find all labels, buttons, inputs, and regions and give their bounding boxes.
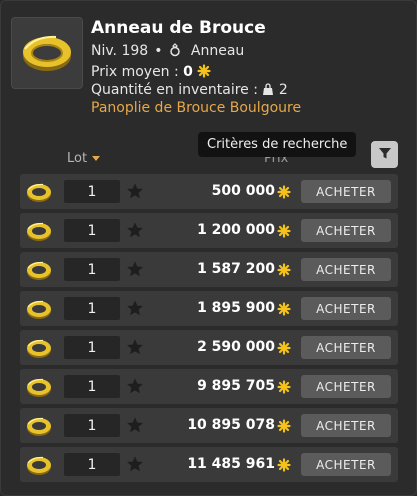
buy-button[interactable]: ACHETER [301, 219, 391, 242]
gold-ring-icon [25, 412, 53, 439]
kama-icon [277, 223, 291, 242]
star-icon[interactable] [125, 415, 145, 435]
filter-button[interactable] [371, 141, 398, 168]
quantity-field: 1 [64, 297, 120, 320]
column-lot-label: Lot [67, 151, 88, 166]
listing-row: 1 2 590 000 ACHETER [20, 330, 398, 365]
buy-button[interactable]: ACHETER [301, 375, 391, 398]
buy-button[interactable]: ACHETER [301, 336, 391, 359]
star-icon[interactable] [125, 298, 145, 318]
buy-button[interactable]: ACHETER [301, 453, 391, 476]
inventory-label: Quantité en inventaire : [91, 82, 258, 98]
gold-ring-icon [25, 373, 53, 400]
kama-icon [277, 457, 291, 476]
kama-icon [277, 262, 291, 281]
listing-price: 11 485 961 [187, 456, 275, 472]
listing-price: 1 895 900 [197, 300, 275, 316]
item-header: Anneau de Brouce Niv. 198 • Anneau Prix m… [1, 1, 416, 131]
item-type: Anneau [190, 43, 245, 59]
gold-ring-icon [25, 178, 53, 205]
quantity-field: 1 [64, 375, 120, 398]
listing-row: 1 1 200 000 ACHETER [20, 213, 398, 248]
listing-row: 1 500 000 ACHETER [20, 174, 398, 209]
gold-ring-icon [25, 295, 53, 322]
kama-icon [277, 379, 291, 398]
buy-button[interactable]: ACHETER [301, 258, 391, 281]
item-level-type: Niv. 198 • Anneau [91, 43, 245, 59]
star-icon[interactable] [125, 220, 145, 240]
kama-icon [277, 418, 291, 437]
listing-price: 10 895 078 [187, 417, 275, 433]
ring-type-icon [168, 43, 182, 59]
listing-row: 1 9 895 705 ACHETER [20, 369, 398, 404]
star-icon[interactable] [125, 259, 145, 279]
listing-row: 1 11 485 961 ACHETER [20, 447, 398, 482]
gold-ring-icon [25, 334, 53, 361]
gold-ring-icon [11, 17, 83, 89]
listing-price: 1 587 200 [197, 261, 275, 277]
gold-ring-icon [25, 451, 53, 478]
star-icon[interactable] [125, 181, 145, 201]
buy-button[interactable]: ACHETER [301, 297, 391, 320]
avg-price-label: Prix moyen : [91, 64, 179, 80]
buy-button[interactable]: ACHETER [301, 414, 391, 437]
set-name-link[interactable]: Panoplie de Brouce Boulgoure [91, 100, 301, 116]
listing-row: 1 1 587 200 ACHETER [20, 252, 398, 287]
gold-ring-icon [25, 217, 53, 244]
kama-icon [277, 340, 291, 359]
kama-icon [197, 64, 211, 82]
filter-icon [378, 145, 392, 164]
listing-row: 1 10 895 078 ACHETER [20, 408, 398, 443]
market-panel: Anneau de Brouce Niv. 198 • Anneau Prix m… [0, 0, 417, 496]
quantity-field: 1 [64, 219, 120, 242]
buy-button[interactable]: ACHETER [301, 180, 391, 203]
star-icon[interactable] [125, 337, 145, 357]
sort-caret-icon [92, 156, 101, 161]
listing-list: 1 500 000 ACHETER 1 1 200 000 ACHETER 1 … [20, 174, 398, 486]
quantity-field: 1 [64, 180, 120, 203]
listing-price: 500 000 [211, 183, 275, 199]
quantity-field: 1 [64, 336, 120, 359]
kama-icon [277, 301, 291, 320]
star-icon[interactable] [125, 376, 145, 396]
quantity-field: 1 [64, 453, 120, 476]
inventory-quantity: Quantité en inventaire : 2 [91, 82, 288, 100]
item-level: Niv. 198 [91, 43, 149, 59]
quantity-field: 1 [64, 258, 120, 281]
item-title: Anneau de Brouce [91, 18, 266, 38]
avg-price-value: 0 [183, 64, 193, 80]
listing-row: 1 1 895 900 ACHETER [20, 291, 398, 326]
listing-price: 9 895 705 [197, 378, 275, 394]
average-price: Prix moyen : 0 [91, 64, 211, 82]
column-header-lot[interactable]: Lot [67, 151, 101, 166]
star-icon[interactable] [125, 454, 145, 474]
inventory-value: 2 [278, 82, 288, 98]
gold-ring-icon [25, 256, 53, 283]
search-criteria-tooltip: Critères de recherche [198, 132, 357, 157]
quantity-field: 1 [64, 414, 120, 437]
listing-price: 2 590 000 [197, 339, 275, 355]
kama-icon [277, 184, 291, 203]
bag-icon [262, 83, 274, 100]
listing-price: 1 200 000 [197, 222, 275, 238]
